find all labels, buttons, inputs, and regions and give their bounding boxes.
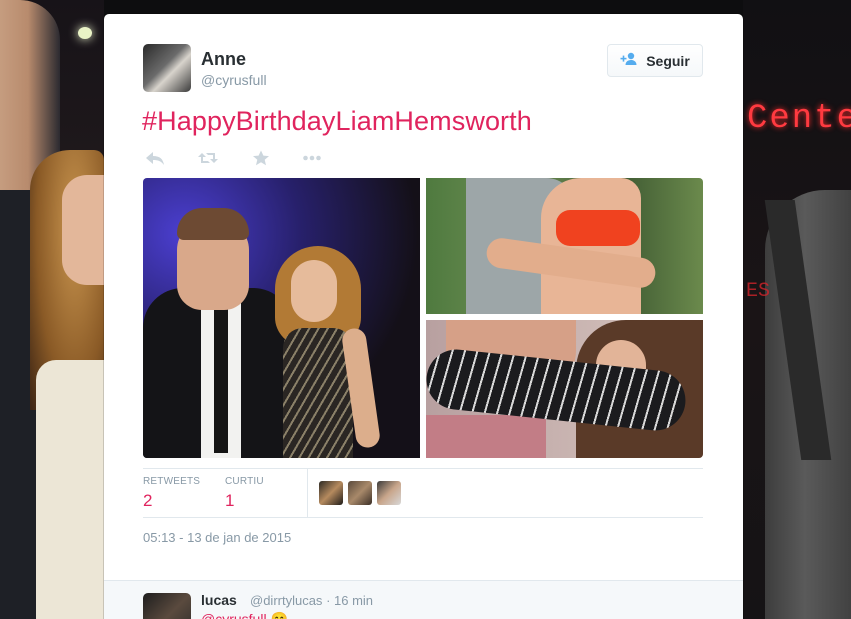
tweet-photo-2[interactable] bbox=[426, 178, 703, 314]
background-right-photo: Cente ES bbox=[743, 0, 851, 619]
favorites-count: 1 bbox=[225, 491, 235, 510]
tweet-actions bbox=[144, 150, 344, 171]
background-light bbox=[78, 27, 92, 39]
tweet-card: Anne @cyrusfull Seguir #HappyBirthdayLia… bbox=[104, 14, 743, 619]
photo3-shirt bbox=[426, 415, 546, 458]
engager-avatars bbox=[319, 481, 401, 505]
tweet-header: Anne @cyrusfull Seguir bbox=[143, 44, 703, 92]
retweet-button[interactable] bbox=[197, 151, 219, 169]
tweet-hashtag[interactable]: #HappyBirthdayLiamHemsworth bbox=[142, 106, 532, 137]
tweet-media-grid bbox=[143, 178, 703, 458]
photo-woman-face bbox=[291, 260, 337, 322]
follow-button-label: Seguir bbox=[646, 52, 690, 69]
reply-icon bbox=[145, 150, 165, 171]
photo-tie bbox=[214, 303, 228, 453]
more-button[interactable] bbox=[301, 151, 323, 169]
tweet-timestamp[interactable]: 05:13 - 13 de jan de 2015 bbox=[143, 530, 291, 545]
photo-man-hair bbox=[177, 208, 249, 240]
reply-avatar[interactable] bbox=[143, 593, 191, 619]
stats-divider bbox=[307, 469, 308, 517]
reply-author-handle[interactable]: @dirrtylucas bbox=[250, 593, 322, 608]
reply-time[interactable]: · 16 min bbox=[326, 593, 373, 608]
author-avatar[interactable] bbox=[143, 44, 191, 92]
author-name[interactable]: Anne bbox=[201, 49, 246, 70]
author-handle[interactable]: @cyrusfull bbox=[201, 72, 267, 88]
retweets-stat[interactable]: RETWEETS 2 bbox=[143, 476, 200, 511]
engager-avatar[interactable] bbox=[377, 481, 401, 505]
more-icon bbox=[302, 150, 322, 171]
background-dress bbox=[36, 360, 104, 619]
background-neon-sign: Cente bbox=[747, 100, 851, 138]
reply-button[interactable] bbox=[144, 151, 166, 169]
background-woman-face bbox=[62, 175, 104, 285]
background-neon-sign-2: ES bbox=[746, 280, 771, 303]
retweet-icon bbox=[198, 150, 218, 171]
tweet-photo-3[interactable] bbox=[426, 320, 703, 458]
add-user-icon bbox=[620, 52, 638, 69]
follow-button[interactable]: Seguir bbox=[607, 44, 703, 77]
favorites-label: CURTIU bbox=[225, 476, 264, 487]
engager-avatar[interactable] bbox=[319, 481, 343, 505]
star-icon bbox=[251, 150, 271, 171]
favorite-button[interactable] bbox=[250, 150, 272, 171]
retweets-label: RETWEETS bbox=[143, 476, 201, 487]
photo2-bikini bbox=[556, 210, 640, 246]
favorites-stat[interactable]: CURTIU 1 bbox=[225, 476, 264, 511]
reply-text: @cyrusfull 😊 bbox=[201, 611, 288, 619]
reply-tweet: lucas @dirrtylucas · 16 min @cyrusfull 😊 bbox=[104, 580, 743, 619]
reply-author-name[interactable]: lucas bbox=[201, 592, 237, 608]
tweet-stats: RETWEETS 2 CURTIU 1 bbox=[143, 468, 703, 518]
engager-avatar[interactable] bbox=[348, 481, 372, 505]
reply-meta: @dirrtylucas · 16 min bbox=[250, 593, 373, 608]
background-left-photo bbox=[0, 0, 104, 619]
retweets-count: 2 bbox=[143, 491, 153, 510]
tweet-photo-1[interactable] bbox=[143, 178, 420, 458]
